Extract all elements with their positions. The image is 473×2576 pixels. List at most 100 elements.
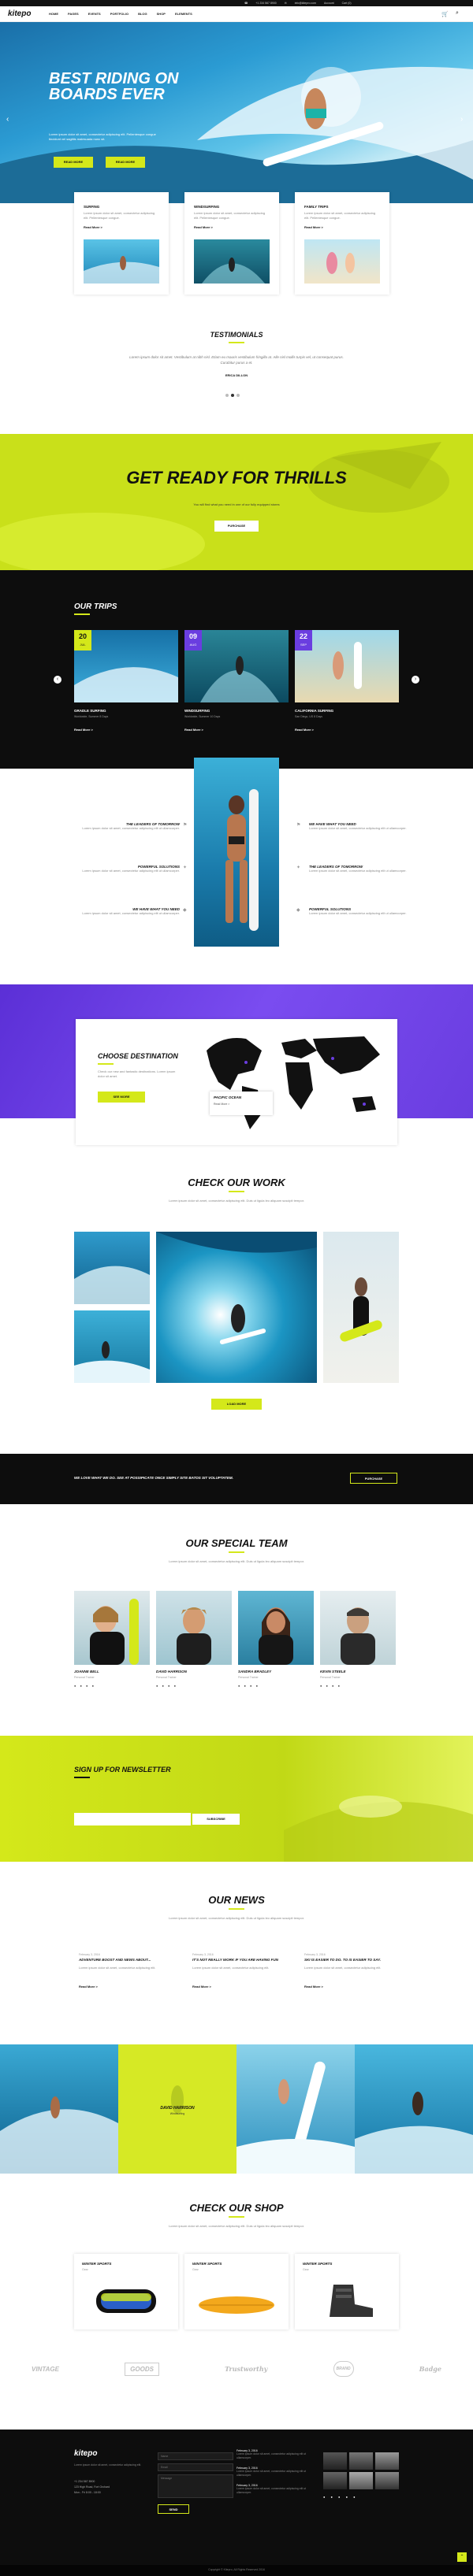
nav-events[interactable]: EVENTS xyxy=(88,12,101,16)
feature-text: Lorem ipsum dolor sit amet, consectetur … xyxy=(84,211,155,220)
topbar-phone: +1 234 567 8900 xyxy=(255,2,277,5)
shop-product-3[interactable]: WINTER SPORTS Gear xyxy=(295,2254,399,2330)
footer-email-input[interactable] xyxy=(158,2463,233,2471)
footer-thumb[interactable] xyxy=(349,2452,373,2470)
brand-logo-4[interactable]: BRAND xyxy=(333,2361,354,2377)
footer-thumb[interactable] xyxy=(349,2472,373,2489)
hero-prev-arrow[interactable]: ‹ xyxy=(6,115,9,124)
about-center-image xyxy=(194,758,279,947)
footer-name-input[interactable] xyxy=(158,2452,233,2460)
shop-product-1[interactable]: WINTER SPORTS Gear xyxy=(74,2254,178,2330)
hero-title-line1: BEST RIDING ON xyxy=(49,70,179,87)
team-member-2[interactable]: DAVID HARRISON Personal Trainer ● ● ● ● xyxy=(156,1591,232,1688)
brand-logo-5[interactable]: Badge xyxy=(419,2365,441,2373)
map-popup-link[interactable]: Read More > xyxy=(214,1103,269,1106)
news-link[interactable]: Read More > xyxy=(79,1985,177,1989)
nav-home[interactable]: HOME xyxy=(49,12,58,16)
feature-card-3: FAMILY TRIPS Lorem ipsum dolor sit amet,… xyxy=(295,192,389,295)
footer-thumb[interactable] xyxy=(375,2452,399,2470)
feature-link[interactable]: Read More > xyxy=(194,225,213,229)
news-link[interactable]: Read More > xyxy=(304,1985,402,1989)
work-image-4[interactable] xyxy=(323,1232,399,1383)
about-item-text: Lorem ipsum dolor sit amet, consectetur … xyxy=(309,911,407,915)
footer-thumb[interactable] xyxy=(323,2472,347,2489)
team-member-1[interactable]: JOANNE BELL Personal Trainer ● ● ● ● xyxy=(74,1591,150,1688)
team-social-icons[interactable]: ● ● ● ● xyxy=(238,1684,259,1688)
footer-social-icons[interactable]: ● ● ● ● ● xyxy=(323,2495,358,2499)
footer-thumb[interactable] xyxy=(375,2472,399,2489)
trip-card-3[interactable]: 22 SEP CALIFORNIA SURFING San Diego, US … xyxy=(295,630,399,740)
footer-logo[interactable]: kitepo xyxy=(74,2449,97,2458)
team-member-4[interactable]: KEVIN STEELE Personal Trainer ● ● ● ● xyxy=(320,1591,396,1688)
trip-card-2[interactable]: 09 AUG WINDSURFING Worldwide, Summer 10 … xyxy=(184,630,289,740)
trips-next-arrow[interactable]: › xyxy=(412,676,419,684)
map-popup[interactable]: PACIFIC OCEAN Read More > xyxy=(210,1092,273,1115)
team-social-icons[interactable]: ● ● ● ● xyxy=(156,1684,177,1688)
nav-portfolio[interactable]: PORTFOLIO xyxy=(110,12,128,16)
feature-link[interactable]: Read More > xyxy=(304,225,323,229)
testimonials-title: TESTIMONIALS xyxy=(210,331,263,339)
destination-button[interactable]: SEE MORE xyxy=(98,1092,145,1103)
topbar-account[interactable]: Account xyxy=(324,2,334,5)
nav-pages[interactable]: PAGES xyxy=(68,12,79,16)
footer-message-input[interactable] xyxy=(158,2474,233,2498)
logo[interactable]: kitepo xyxy=(8,9,31,18)
brand-logo-3[interactable]: Trustworthy xyxy=(225,2365,267,2373)
work-image-1[interactable] xyxy=(74,1232,150,1304)
news-link[interactable]: Read More > xyxy=(192,1985,290,1989)
nav-elements[interactable]: ELEMENTS xyxy=(175,12,192,16)
topbar-contact: ☎ +1 234 567 8900 ✉ info@kitepro.com Acc… xyxy=(244,1,352,6)
newsletter-subscribe-button[interactable]: SUBSCRIBE xyxy=(192,1814,240,1825)
cart-icon[interactable]: 🛒 xyxy=(441,11,449,17)
back-to-top-button[interactable]: ⌃ xyxy=(457,2552,467,2562)
trips-prev-arrow[interactable]: ‹ xyxy=(54,676,61,684)
trip-link[interactable]: Read More > xyxy=(74,728,93,732)
topbar-cart[interactable]: Cart (0) xyxy=(342,2,352,5)
brand-logo-2[interactable]: GOODS xyxy=(125,2362,159,2376)
work-image-2[interactable] xyxy=(74,1310,150,1383)
trip-date-badge: 20 JUL xyxy=(74,630,91,650)
trip-date-badge: 22 SEP xyxy=(295,630,312,650)
news-text: Lorem ipsum dolor sit amet, consectetur … xyxy=(169,1916,304,1920)
about-item-text: Lorem ipsum dolor sit amet, consectetur … xyxy=(309,826,407,830)
footer-post[interactable]: February 3, 2016 Lorem ipsum dolor sit a… xyxy=(236,2484,312,2495)
topbar-email[interactable]: info@kitepro.com xyxy=(295,2,316,5)
team-social-icons[interactable]: ● ● ● ● xyxy=(320,1684,341,1688)
team-member-3[interactable]: SANDRA BRADLEY Personal Trainer ● ● ● ● xyxy=(238,1591,314,1688)
trip-link[interactable]: Read More > xyxy=(184,728,203,732)
footer-post[interactable]: February 3, 2016 Lorem ipsum dolor sit a… xyxy=(236,2467,312,2478)
news-item-title: ADVENTURE BOOST AND NEWS ABOUT... xyxy=(79,1958,151,1962)
search-icon[interactable]: ⌕ xyxy=(456,10,459,17)
feature-link[interactable]: Read More > xyxy=(84,225,102,229)
footer-post[interactable]: February 3, 2016 Lorem ipsum dolor sit a… xyxy=(236,2449,312,2460)
newsletter-email-input[interactable] xyxy=(74,1813,191,1825)
gallery-image-3[interactable] xyxy=(236,2044,355,2174)
cta-button[interactable]: PURCHASE xyxy=(350,1473,397,1484)
news-item-1[interactable]: February 3, 2016 ADVENTURE BOOST AND NEW… xyxy=(79,1953,177,1989)
footer-post-text: Lorem ipsum dolor sit amet, consectetur … xyxy=(236,2452,307,2459)
gallery-image-1[interactable] xyxy=(0,2044,118,2174)
footer-post-text: Lorem ipsum dolor sit amet, consectetur … xyxy=(236,2470,307,2477)
news-item-2[interactable]: February 3, 2016 IT'S NOT REALLY WORK IF… xyxy=(192,1953,290,1989)
nav-shop[interactable]: SHOP xyxy=(157,12,166,16)
work-image-3[interactable] xyxy=(156,1232,317,1383)
hero-next-arrow[interactable]: › xyxy=(460,115,463,124)
trip-link[interactable]: Read More > xyxy=(295,728,314,732)
team-social-icons[interactable]: ● ● ● ● xyxy=(74,1684,95,1688)
gallery-image-4[interactable] xyxy=(355,2044,473,2174)
footer-send-button[interactable]: SEND xyxy=(158,2504,189,2514)
shop-product-2[interactable]: WINTER SPORTS Gear xyxy=(184,2254,289,2330)
footer-thumb[interactable] xyxy=(323,2452,347,2470)
shop-category: WINTER SPORTS xyxy=(303,2262,333,2266)
team-role: Personal Trainer xyxy=(74,1676,95,1679)
news-item-3[interactable]: February 3, 2016 SKI IS EASIER TO DO. TO… xyxy=(304,1953,402,1989)
testimonial-dots[interactable] xyxy=(225,394,240,397)
thrills-button[interactable]: PURCHASE xyxy=(214,521,259,532)
hero-button-2[interactable]: READ MORE xyxy=(106,157,145,168)
trip-card-1[interactable]: 20 JUL GRADLE SURFING Worldwide, Summer … xyxy=(74,630,178,740)
news-item-title: SKI IS EASIER TO DO. TO IS EASIER TO SAY… xyxy=(304,1958,382,1962)
hero-button-1[interactable]: READ MORE xyxy=(54,157,93,168)
nav-blog[interactable]: BLOG xyxy=(138,12,147,16)
work-load-more-button[interactable]: LOAD MORE xyxy=(211,1399,262,1410)
brand-logo-1[interactable]: VINTAGE xyxy=(32,2366,59,2373)
